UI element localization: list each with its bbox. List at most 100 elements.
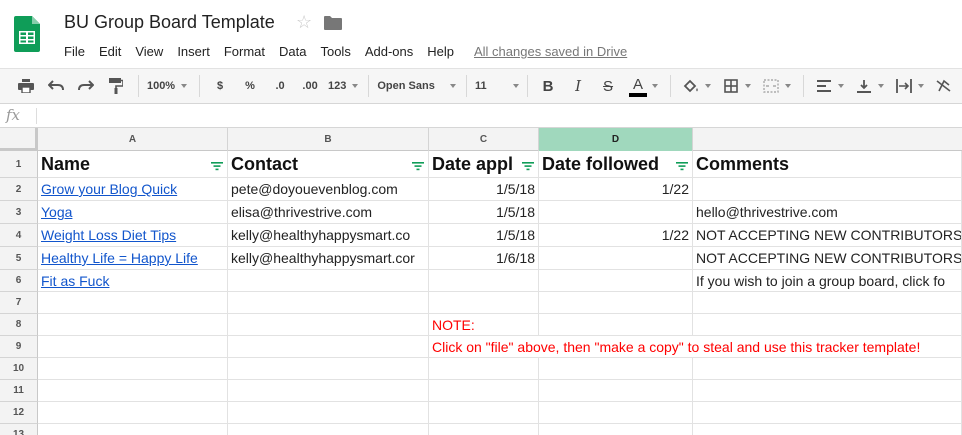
column-header-e[interactable] bbox=[693, 128, 962, 151]
print-icon[interactable] bbox=[14, 74, 38, 98]
increase-decimal-button[interactable]: .00 bbox=[298, 74, 322, 98]
strikethrough-button[interactable]: S bbox=[596, 74, 620, 98]
zoom-select[interactable]: 100% bbox=[147, 80, 188, 92]
menu-file[interactable]: File bbox=[64, 44, 85, 59]
empty-cell[interactable] bbox=[539, 358, 693, 380]
chevron-down-icon[interactable] bbox=[837, 84, 844, 88]
empty-cell[interactable] bbox=[693, 402, 962, 424]
column-header-b[interactable]: B bbox=[228, 128, 429, 151]
text-rotate-icon[interactable] bbox=[932, 74, 956, 98]
column-header-d[interactable]: D bbox=[539, 128, 693, 151]
header-cell-date-applied[interactable]: Date appl bbox=[429, 151, 539, 178]
row-header[interactable]: 3 bbox=[0, 201, 38, 224]
column-header-c[interactable]: C bbox=[429, 128, 539, 151]
empty-cell[interactable] bbox=[693, 314, 962, 336]
cell-name-link[interactable]: Healthy Life = Happy Life bbox=[38, 247, 228, 270]
empty-cell[interactable] bbox=[429, 358, 539, 380]
column-header-a[interactable]: A bbox=[38, 128, 228, 151]
cell-date-followed[interactable] bbox=[539, 247, 693, 270]
filter-icon[interactable] bbox=[412, 161, 424, 171]
filter-icon[interactable] bbox=[211, 161, 223, 171]
row-header[interactable]: 2 bbox=[0, 178, 38, 201]
chevron-down-icon[interactable] bbox=[745, 84, 751, 88]
menu-format[interactable]: Format bbox=[224, 44, 265, 59]
empty-cell[interactable] bbox=[228, 424, 429, 435]
star-icon[interactable]: ☆ bbox=[296, 13, 312, 31]
header-cell-comments[interactable]: Comments bbox=[693, 151, 962, 178]
paint-format-icon[interactable] bbox=[104, 74, 128, 98]
font-family-select[interactable]: Open Sans bbox=[377, 80, 457, 92]
cell-contact[interactable]: kelly@healthyhappysmart.co bbox=[228, 224, 429, 247]
row-header[interactable]: 7 bbox=[0, 292, 38, 314]
valign-bottom-icon[interactable] bbox=[852, 74, 876, 98]
cell-date-applied[interactable]: 1/6/18 bbox=[429, 247, 539, 270]
cell-comments[interactable]: NOT ACCEPTING NEW CONTRIBUTORS. bbox=[693, 247, 962, 270]
select-all-corner[interactable] bbox=[0, 128, 38, 151]
undo-icon[interactable] bbox=[44, 74, 68, 98]
more-formats-select[interactable]: 123 bbox=[328, 80, 359, 92]
row-header[interactable]: 10 bbox=[0, 358, 38, 380]
chevron-down-icon[interactable] bbox=[785, 84, 791, 88]
empty-cell[interactable] bbox=[693, 424, 962, 435]
chevron-down-icon[interactable] bbox=[705, 84, 711, 88]
cell-date-followed[interactable] bbox=[539, 270, 693, 292]
empty-cell[interactable] bbox=[228, 380, 429, 402]
cell-date-followed[interactable]: 1/22 bbox=[539, 224, 693, 247]
empty-cell[interactable] bbox=[228, 314, 429, 336]
cell-contact[interactable]: kelly@healthyhappysmart.cor bbox=[228, 247, 429, 270]
chevron-down-icon[interactable] bbox=[917, 84, 924, 88]
empty-cell[interactable] bbox=[539, 424, 693, 435]
cell-comments[interactable]: If you wish to join a group board, click… bbox=[693, 270, 962, 292]
menu-data[interactable]: Data bbox=[279, 44, 306, 59]
empty-cell[interactable] bbox=[693, 380, 962, 402]
row-header[interactable]: 11 bbox=[0, 380, 38, 402]
row-header[interactable]: 9 bbox=[0, 336, 38, 358]
row-header[interactable]: 1 bbox=[0, 151, 38, 178]
filter-icon[interactable] bbox=[522, 161, 534, 171]
cell-name-link[interactable]: Grow your Blog Quick bbox=[38, 178, 228, 201]
menu-insert[interactable]: Insert bbox=[177, 44, 210, 59]
row-header[interactable]: 8 bbox=[0, 314, 38, 336]
empty-cell[interactable] bbox=[228, 402, 429, 424]
cell-comments[interactable]: hello@thrivestrive.com bbox=[693, 201, 962, 224]
empty-cell[interactable] bbox=[429, 424, 539, 435]
folder-icon[interactable] bbox=[324, 16, 342, 30]
header-cell-name[interactable]: Name bbox=[38, 151, 228, 178]
menu-edit[interactable]: Edit bbox=[99, 44, 121, 59]
empty-cell[interactable] bbox=[228, 358, 429, 380]
menu-view[interactable]: View bbox=[135, 44, 163, 59]
save-status-link[interactable]: All changes saved in Drive bbox=[474, 44, 627, 59]
menu-help[interactable]: Help bbox=[427, 44, 454, 59]
cell-date-followed[interactable] bbox=[539, 201, 693, 224]
align-left-icon[interactable] bbox=[812, 74, 836, 98]
cell-contact[interactable]: elisa@thrivestrive.com bbox=[228, 201, 429, 224]
empty-cell[interactable] bbox=[38, 314, 228, 336]
row-header[interactable]: 4 bbox=[0, 224, 38, 247]
cell-contact[interactable] bbox=[228, 270, 429, 292]
filter-icon[interactable] bbox=[676, 161, 688, 171]
bold-button[interactable]: B bbox=[536, 74, 560, 98]
document-title[interactable]: BU Group Board Template bbox=[64, 12, 275, 33]
currency-format-button[interactable]: $ bbox=[208, 74, 232, 98]
cell-comments[interactable]: NOT ACCEPTING NEW CONTRIBUTORS. bbox=[693, 224, 962, 247]
empty-cell[interactable] bbox=[38, 402, 228, 424]
fill-color-icon[interactable] bbox=[679, 74, 703, 98]
empty-cell[interactable] bbox=[38, 380, 228, 402]
empty-cell[interactable] bbox=[539, 380, 693, 402]
row-header[interactable]: 12 bbox=[0, 402, 38, 424]
empty-cell[interactable] bbox=[38, 336, 228, 358]
cell-contact[interactable]: pete@doyouevenblog.com bbox=[228, 178, 429, 201]
merge-icon[interactable] bbox=[759, 74, 783, 98]
text-color-button[interactable]: A bbox=[626, 73, 650, 99]
cell-name-link[interactable]: Weight Loss Diet Tips bbox=[38, 224, 228, 247]
empty-cell[interactable] bbox=[38, 292, 228, 314]
row-header[interactable]: 13 bbox=[0, 424, 38, 435]
decrease-decimal-button[interactable]: .0 bbox=[268, 74, 292, 98]
cell-name-link[interactable]: Yoga bbox=[38, 201, 228, 224]
empty-cell[interactable] bbox=[38, 424, 228, 435]
menu-tools[interactable]: Tools bbox=[320, 44, 350, 59]
menu-addons[interactable]: Add-ons bbox=[365, 44, 413, 59]
cell-comments[interactable] bbox=[693, 178, 962, 201]
formula-input[interactable] bbox=[42, 106, 942, 126]
empty-cell[interactable] bbox=[539, 314, 693, 336]
